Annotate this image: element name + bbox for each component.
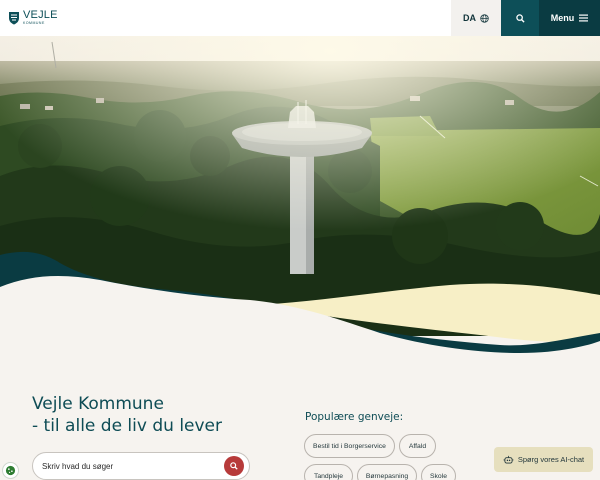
title-line-2: - til alle de liv du lever (32, 416, 223, 436)
main-search (32, 452, 250, 480)
shortcuts-title: Populære genveje: (305, 411, 404, 423)
title-line-1: Vejle Kommune (32, 394, 164, 414)
search-submit-button[interactable] (224, 456, 244, 476)
language-button[interactable]: DA (451, 0, 501, 36)
globe-icon (480, 13, 489, 23)
shortcut-chip-boernepasning[interactable]: Børnepasning (357, 464, 417, 480)
ai-chat-label: Spørg vores AI-chat (517, 455, 585, 464)
logo-text: VEJLE (23, 9, 58, 22)
logo-subtext: KOMMUNE (23, 21, 45, 26)
decorative-waves (0, 251, 600, 375)
shortcut-chip-skole[interactable]: Skole (421, 464, 456, 480)
site-header: VEJLE KOMMUNE DA Menu (0, 0, 600, 36)
search-icon (230, 462, 238, 470)
language-label: DA (463, 13, 476, 23)
shortcut-chip-affald[interactable]: Affald (399, 434, 436, 458)
cookie-settings-button[interactable] (2, 462, 19, 479)
cookie-icon (5, 465, 16, 476)
search-icon (515, 13, 525, 23)
ai-chat-button[interactable]: Spørg vores AI-chat (494, 447, 593, 472)
vejle-kommune-logo[interactable]: VEJLE KOMMUNE (0, 0, 58, 36)
menu-label: Menu (550, 13, 575, 23)
header-search-button[interactable] (501, 0, 539, 36)
shortcut-chip-tandpleje[interactable]: Tandpleje (304, 464, 353, 480)
search-input[interactable] (42, 461, 224, 471)
hamburger-icon (579, 14, 589, 22)
shortcut-chip-borgerservice[interactable]: Bestil tid i Borgerservice (304, 434, 395, 458)
coat-of-arms-icon (9, 12, 19, 25)
menu-button[interactable]: Menu (539, 0, 600, 36)
page-title: Vejle Kommune - til alle de liv du lever (32, 393, 222, 437)
robot-icon (503, 455, 514, 464)
